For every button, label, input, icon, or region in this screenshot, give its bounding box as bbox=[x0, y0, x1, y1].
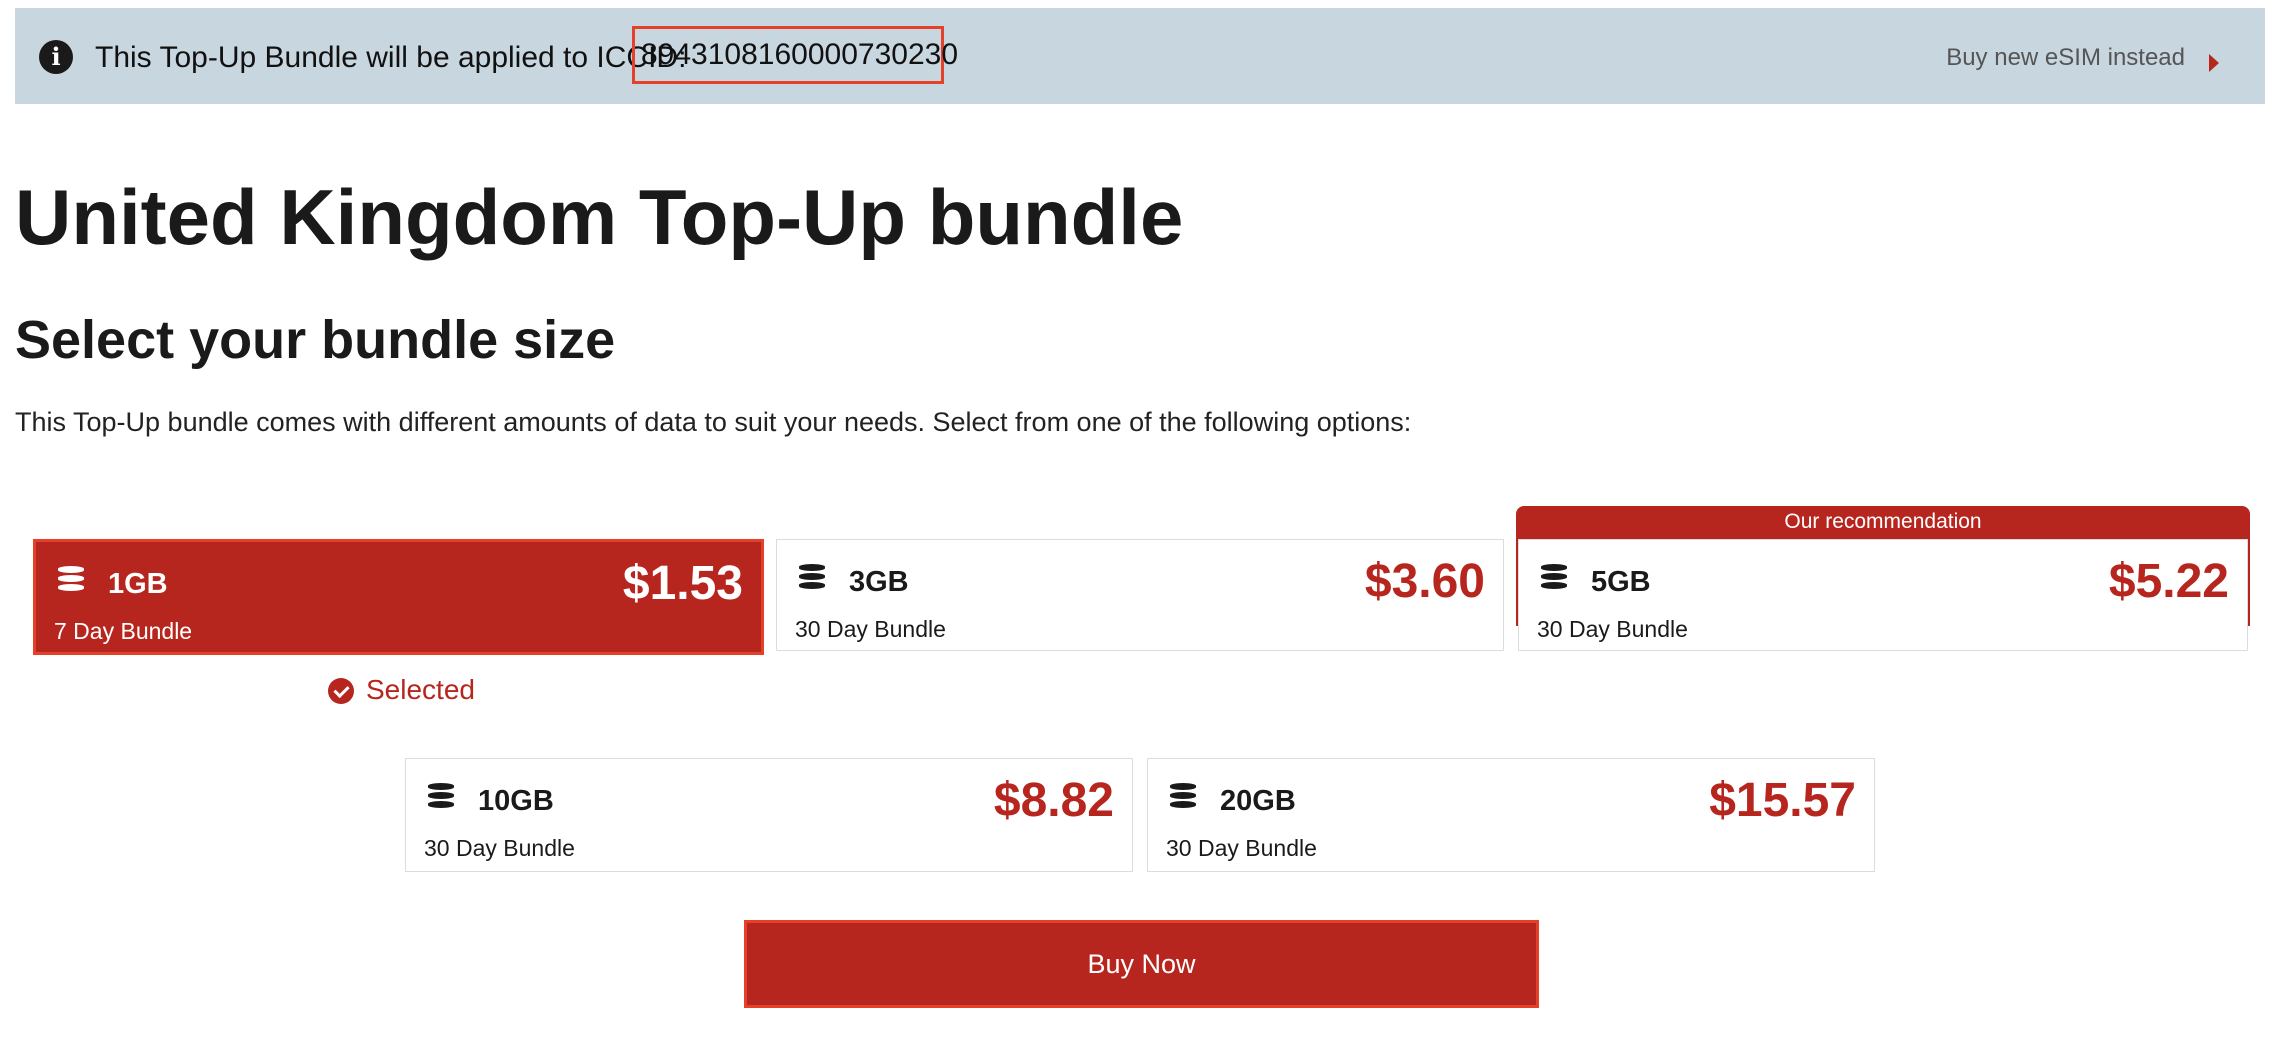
database-icon bbox=[428, 783, 458, 815]
bundle-card-20gb[interactable]: 20GB 30 Day Bundle $15.57 bbox=[1147, 758, 1875, 872]
recommendation-label: Our recommendation bbox=[1784, 510, 1982, 533]
bundle-size: 10GB bbox=[478, 785, 554, 817]
selected-label: Selected bbox=[366, 674, 475, 705]
bundle-size: 1GB bbox=[108, 568, 168, 600]
intro-text: This Top-Up bundle comes with different … bbox=[15, 407, 1412, 437]
bundle-size: 3GB bbox=[849, 566, 909, 598]
bundle-duration: 30 Day Bundle bbox=[424, 835, 575, 861]
bundle-price: $1.53 bbox=[622, 557, 743, 610]
bundle-duration: 30 Day Bundle bbox=[795, 616, 946, 642]
bundle-card-3gb[interactable]: 3GB 30 Day Bundle $3.60 bbox=[776, 539, 1504, 651]
bundle-card-1gb[interactable]: 1GB 7 Day Bundle $1.53 bbox=[33, 539, 764, 655]
buy-now-button[interactable]: Buy Now bbox=[744, 920, 1539, 1008]
bundle-duration: 30 Day Bundle bbox=[1166, 835, 1317, 861]
banner-text: This Top-Up Bundle will be applied to IC… bbox=[95, 41, 687, 74]
bundle-price: $15.57 bbox=[1709, 774, 1856, 827]
bundle-price: $3.60 bbox=[1364, 555, 1485, 608]
bundle-card-10gb[interactable]: 10GB 30 Day Bundle $8.82 bbox=[405, 758, 1133, 872]
database-icon bbox=[1541, 564, 1571, 596]
check-circle-icon bbox=[328, 678, 354, 704]
database-icon bbox=[58, 566, 88, 598]
bundle-price: $5.22 bbox=[2108, 555, 2229, 608]
info-banner: i This Top-Up Bundle will be applied to … bbox=[15, 8, 2265, 104]
bundle-duration: 30 Day Bundle bbox=[1537, 616, 1688, 642]
iccid-value: 8943108160000730230 bbox=[632, 26, 958, 84]
database-icon bbox=[1170, 783, 1200, 815]
database-icon bbox=[799, 564, 829, 596]
bundle-duration: 7 Day Bundle bbox=[54, 618, 193, 644]
bundle-card-5gb[interactable]: 5GB 30 Day Bundle $5.22 bbox=[1518, 539, 2248, 651]
chevron-right-icon[interactable] bbox=[2209, 54, 2219, 72]
page-title: United Kingdom Top-Up bundle bbox=[15, 173, 1184, 261]
bundle-size: 20GB bbox=[1220, 785, 1296, 817]
info-icon: i bbox=[39, 40, 73, 74]
bundle-price: $8.82 bbox=[993, 774, 1114, 827]
section-title: Select your bundle size bbox=[15, 310, 616, 370]
buy-new-esim-link[interactable]: Buy new eSIM instead bbox=[1946, 42, 2185, 74]
bundle-size: 5GB bbox=[1591, 566, 1651, 598]
